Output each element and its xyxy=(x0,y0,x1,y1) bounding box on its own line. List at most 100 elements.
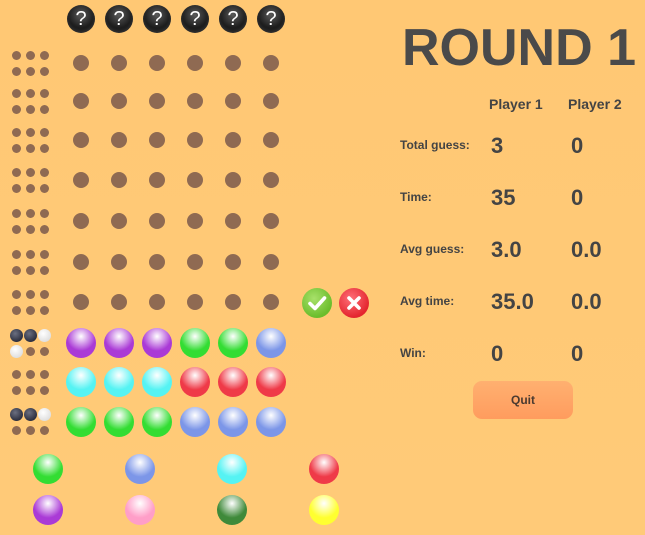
feedback-peg-empty xyxy=(25,305,35,315)
empty-hole xyxy=(73,254,89,270)
empty-hole xyxy=(225,93,241,109)
stat-label-avg-time: Avg time: xyxy=(400,294,455,308)
feedback-peg-empty xyxy=(39,104,49,114)
empty-hole xyxy=(263,55,279,71)
feedback-peg-empty xyxy=(25,88,35,98)
guess-peg-cyan xyxy=(66,367,96,397)
feedback-peg-empty xyxy=(39,425,49,435)
empty-hole xyxy=(111,55,127,71)
feedback-peg-empty xyxy=(25,50,35,60)
submit-guess-button[interactable] xyxy=(302,288,332,318)
feedback-peg-empty xyxy=(11,88,21,98)
empty-hole xyxy=(263,172,279,188)
stat-p2-total-guess: 0 xyxy=(571,133,584,158)
palette-color-darkgreen[interactable] xyxy=(217,495,247,525)
empty-hole xyxy=(187,55,203,71)
feedback-peg-empty xyxy=(39,265,49,275)
empty-hole xyxy=(263,132,279,148)
empty-hole xyxy=(263,254,279,270)
feedback-peg-black xyxy=(23,328,37,342)
empty-hole xyxy=(225,132,241,148)
feedback-peg-empty xyxy=(11,305,21,315)
guess-peg-red xyxy=(218,367,248,397)
palette-color-yellow[interactable] xyxy=(309,495,339,525)
feedback-peg-empty xyxy=(39,143,49,153)
feedback-peg-empty xyxy=(11,127,21,137)
secret-peg-3: ? xyxy=(143,5,171,33)
feedback-peg-empty xyxy=(11,289,21,299)
guess-peg-red xyxy=(256,367,286,397)
empty-hole xyxy=(187,254,203,270)
guess-peg-blue xyxy=(256,407,286,437)
feedback-peg-empty xyxy=(25,369,35,379)
empty-hole xyxy=(111,254,127,270)
feedback-peg-empty xyxy=(25,289,35,299)
stat-label-win: Win: xyxy=(400,346,426,360)
empty-hole xyxy=(149,55,165,71)
empty-hole xyxy=(111,294,127,310)
feedback-peg-empty xyxy=(11,50,21,60)
empty-hole xyxy=(187,132,203,148)
feedback-peg-black xyxy=(23,407,37,421)
empty-hole xyxy=(225,294,241,310)
guess-peg-red xyxy=(180,367,210,397)
stat-p1-win: 0 xyxy=(491,341,504,366)
feedback-peg-empty xyxy=(11,224,21,234)
feedback-peg-empty xyxy=(11,265,21,275)
feedback-peg-empty xyxy=(11,208,21,218)
guess-peg-cyan xyxy=(104,367,134,397)
guess-peg-purple xyxy=(104,328,134,358)
feedback-peg-empty xyxy=(25,167,35,177)
feedback-peg-white xyxy=(9,344,23,358)
feedback-peg-empty xyxy=(39,208,49,218)
feedback-peg-empty xyxy=(39,346,49,356)
stat-label-time: Time: xyxy=(400,190,432,204)
feedback-peg-empty xyxy=(11,66,21,76)
feedback-peg-empty xyxy=(39,167,49,177)
stat-p1-time: 35 xyxy=(491,185,516,210)
empty-hole xyxy=(111,132,127,148)
empty-hole xyxy=(73,294,89,310)
feedback-peg-empty xyxy=(25,66,35,76)
player-2-header: Player 2 xyxy=(568,96,622,112)
palette-color-pink[interactable] xyxy=(125,495,155,525)
palette-color-green[interactable] xyxy=(33,454,63,484)
empty-hole xyxy=(73,213,89,229)
feedback-peg-empty xyxy=(11,369,21,379)
empty-hole xyxy=(149,132,165,148)
feedback-peg-empty xyxy=(25,385,35,395)
quit-button[interactable]: Quit xyxy=(473,381,573,419)
stat-p2-avg-guess: 0.0 xyxy=(571,237,602,262)
clear-guess-button[interactable] xyxy=(339,288,369,318)
guess-peg-cyan xyxy=(142,367,172,397)
feedback-peg-empty xyxy=(39,127,49,137)
palette-color-purple[interactable] xyxy=(33,495,63,525)
feedback-peg-black xyxy=(9,407,23,421)
feedback-peg-empty xyxy=(39,50,49,60)
feedback-peg-empty xyxy=(39,385,49,395)
feedback-peg-empty xyxy=(11,167,21,177)
empty-hole xyxy=(187,294,203,310)
secret-peg-6: ? xyxy=(257,5,285,33)
secret-peg-5: ? xyxy=(219,5,247,33)
feedback-peg-empty xyxy=(11,249,21,259)
guess-peg-green xyxy=(104,407,134,437)
feedback-peg-empty xyxy=(39,369,49,379)
feedback-peg-white xyxy=(37,328,51,342)
feedback-peg-empty xyxy=(25,183,35,193)
feedback-peg-empty xyxy=(39,66,49,76)
feedback-peg-empty xyxy=(39,88,49,98)
feedback-peg-empty xyxy=(39,183,49,193)
secret-peg-2: ? xyxy=(105,5,133,33)
feedback-peg-empty xyxy=(11,425,21,435)
palette-color-cyan[interactable] xyxy=(217,454,247,484)
empty-hole xyxy=(149,213,165,229)
guess-peg-green xyxy=(180,328,210,358)
feedback-peg-empty xyxy=(39,289,49,299)
feedback-peg-empty xyxy=(25,346,35,356)
empty-hole xyxy=(149,93,165,109)
palette-color-red[interactable] xyxy=(309,454,339,484)
empty-hole xyxy=(263,294,279,310)
palette-color-blue[interactable] xyxy=(125,454,155,484)
empty-hole xyxy=(111,213,127,229)
